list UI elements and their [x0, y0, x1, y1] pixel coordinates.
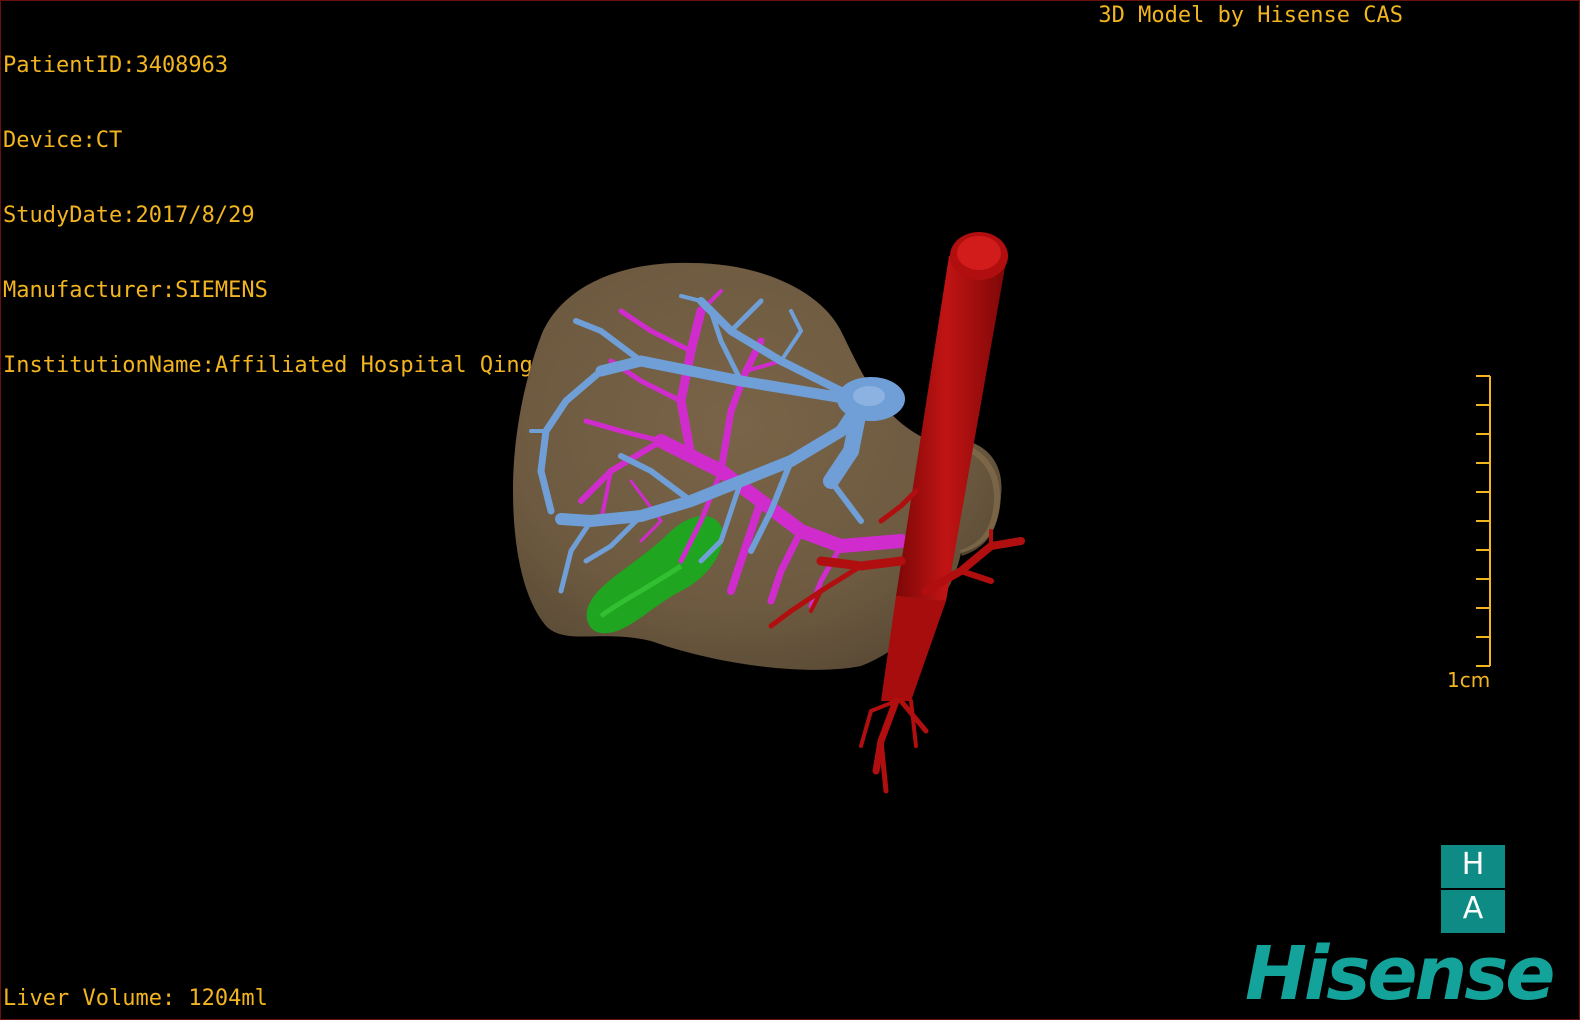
3d-viewport[interactable]: PatientID:3408963 Device:CT StudyDate:20…: [0, 0, 1580, 1020]
scale-bar: [1476, 375, 1491, 667]
liver-volume-text: Liver Volume: 1204ml: [3, 986, 268, 1011]
liver-3d-model[interactable]: [1, 1, 1579, 1019]
orientation-indicator[interactable]: H A: [1441, 845, 1505, 933]
hisense-logo: Hisense: [1245, 931, 1555, 1017]
scale-bar-label: 1cm: [1447, 668, 1491, 692]
orientation-anterior-label: A: [1462, 891, 1484, 926]
orientation-head-label: H: [1461, 847, 1485, 882]
orientation-divider: [1441, 888, 1505, 890]
